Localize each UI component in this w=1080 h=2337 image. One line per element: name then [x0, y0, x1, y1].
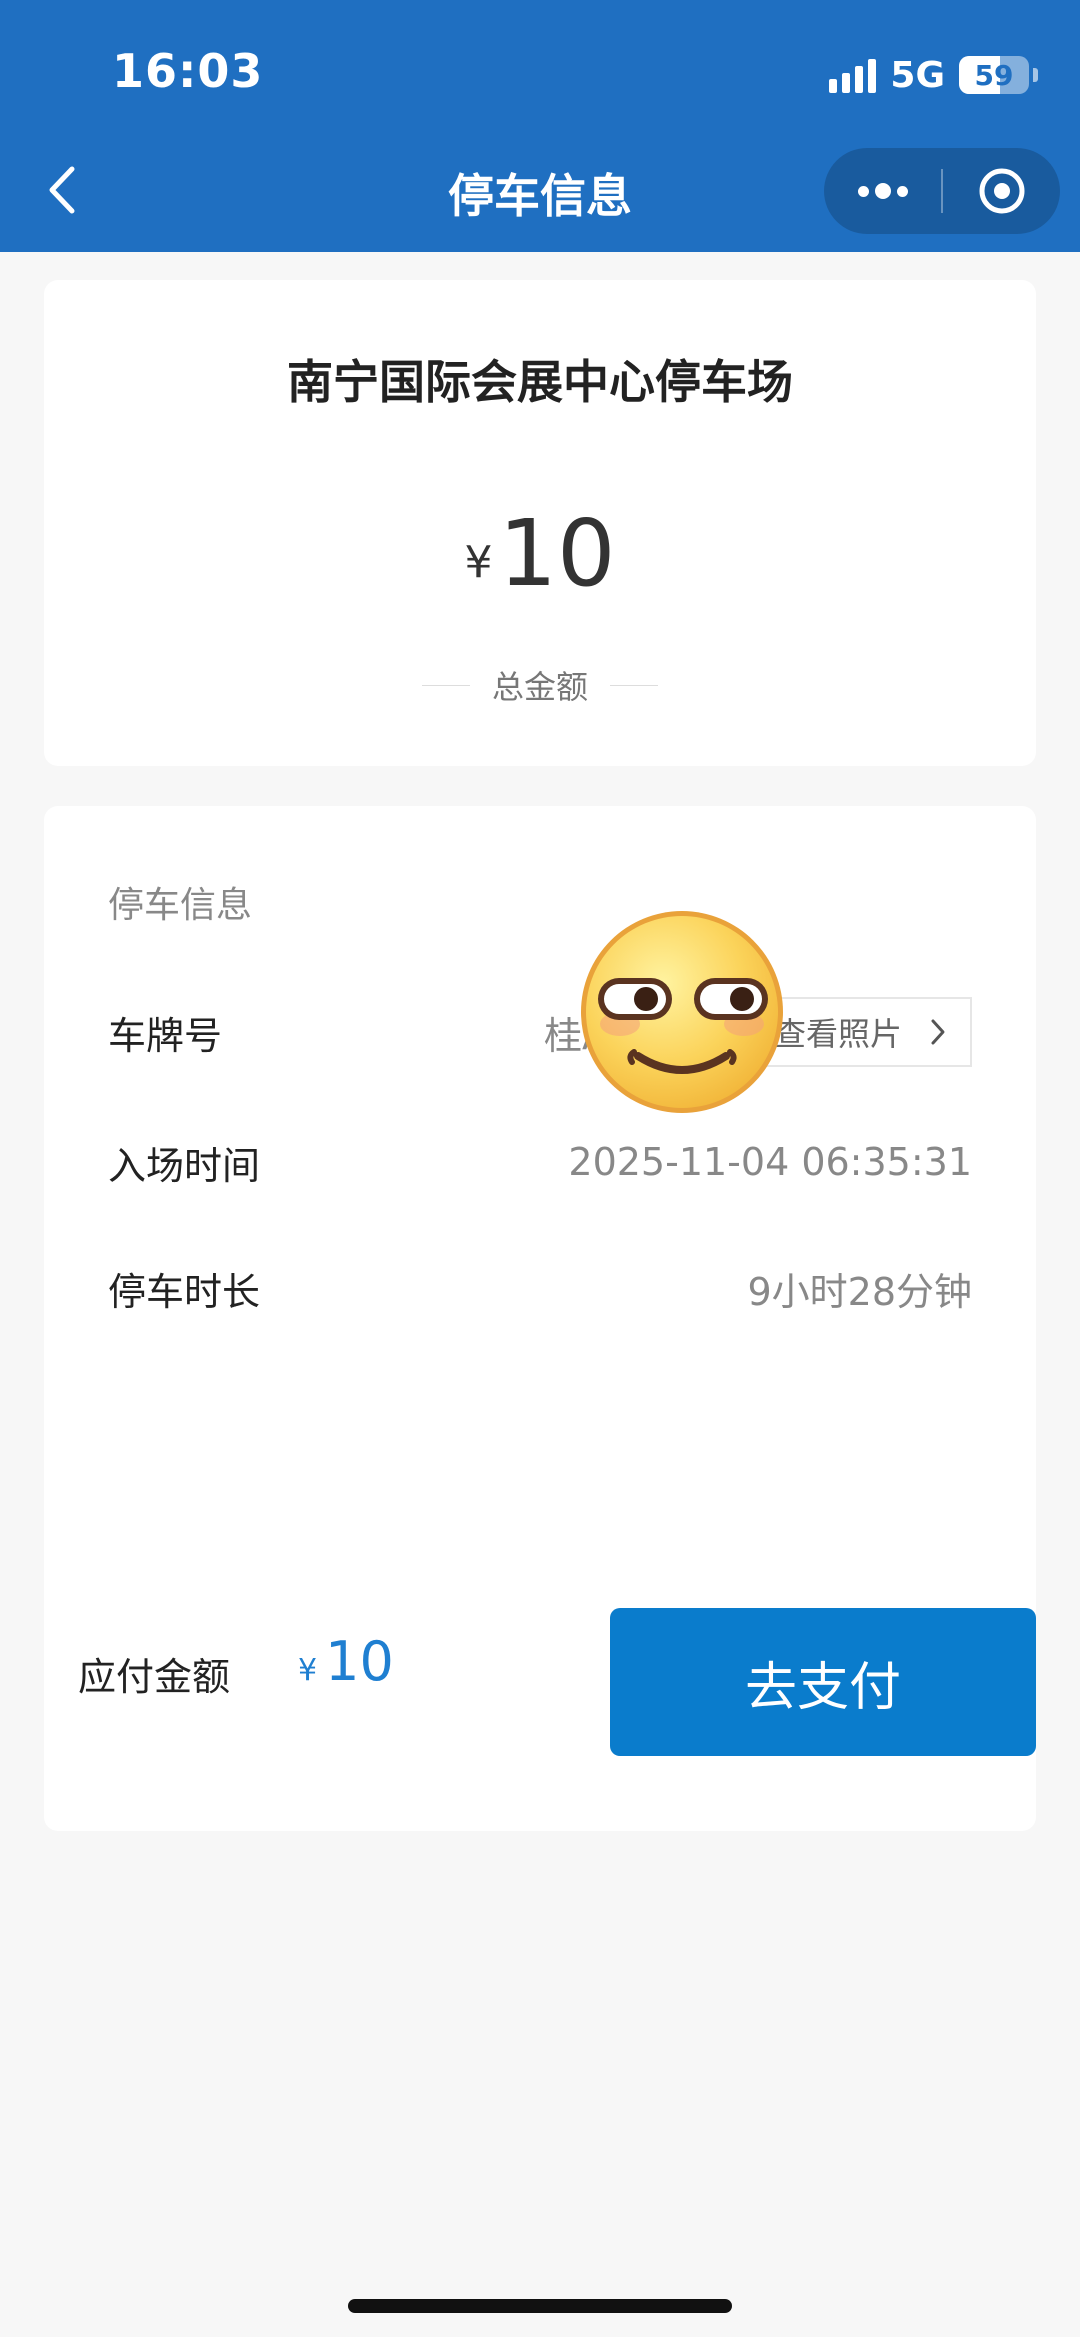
divider-left	[421, 684, 470, 686]
more-button[interactable]	[824, 148, 941, 234]
plate-row: 车牌号 桂A 查看照片	[108, 997, 972, 1067]
duration-label: 停车时长	[108, 1269, 261, 1314]
battery-icon: 59	[959, 56, 1029, 94]
parking-lot-name: 南宁国际会展中心停车场	[287, 355, 793, 409]
details-card: 停车信息 车牌号 桂A 查看照片 入场时间 2025-11-04 06:35:3…	[44, 806, 1036, 1831]
smirk-emoji-icon	[581, 911, 783, 1113]
chevron-right-icon	[931, 1019, 945, 1045]
payable-amount: ¥10	[298, 1630, 394, 1693]
currency-symbol: ¥	[464, 537, 493, 588]
more-dot-right	[896, 185, 908, 197]
duration-row: 停车时长 9小时28分钟	[108, 1258, 972, 1318]
miniprogram-capsule	[824, 148, 1060, 234]
status-indicators: 5G 59	[829, 50, 1038, 100]
entry-time-row: 入场时间 2025-11-04 06:35:31	[108, 1132, 972, 1192]
duration-value: 9小时28分钟	[747, 1269, 972, 1314]
battery-tip	[1033, 68, 1038, 82]
network-type: 5G	[890, 54, 945, 96]
entry-time-value: 2025-11-04 06:35:31	[568, 1140, 972, 1184]
payable-label: 应付金额	[78, 1655, 231, 1699]
total-amount: ¥10	[44, 500, 1036, 607]
entry-time-label: 入场时间	[108, 1143, 261, 1188]
more-dots-icon	[857, 185, 869, 197]
signal-icon	[829, 57, 877, 93]
divider-right	[610, 684, 658, 686]
home-indicator[interactable]	[348, 2299, 732, 2313]
status-time: 16:03	[112, 44, 264, 98]
payable-amount-value: 10	[325, 1630, 394, 1693]
pay-button[interactable]: 去支付	[610, 1608, 1036, 1756]
battery-percent: 59	[974, 58, 1014, 92]
total-amount-label: 总金额	[491, 668, 588, 706]
payable-currency: ¥	[298, 1653, 318, 1688]
total-amount-value: 10	[498, 500, 616, 607]
close-miniprogram-button[interactable]	[943, 148, 1060, 234]
plate-label: 车牌号	[108, 1013, 223, 1058]
target-circle-icon	[979, 168, 1024, 214]
section-title: 停车信息	[108, 885, 253, 926]
more-dot-center	[874, 183, 891, 199]
view-photo-label: 查看照片	[773, 1015, 902, 1053]
summary-card: 南宁国际会展中心停车场 ¥10 总金额	[44, 280, 1036, 766]
total-amount-label-wrap: 总金额	[44, 662, 1036, 708]
header-bar: 16:03 5G 59 停车信息	[0, 0, 1080, 252]
